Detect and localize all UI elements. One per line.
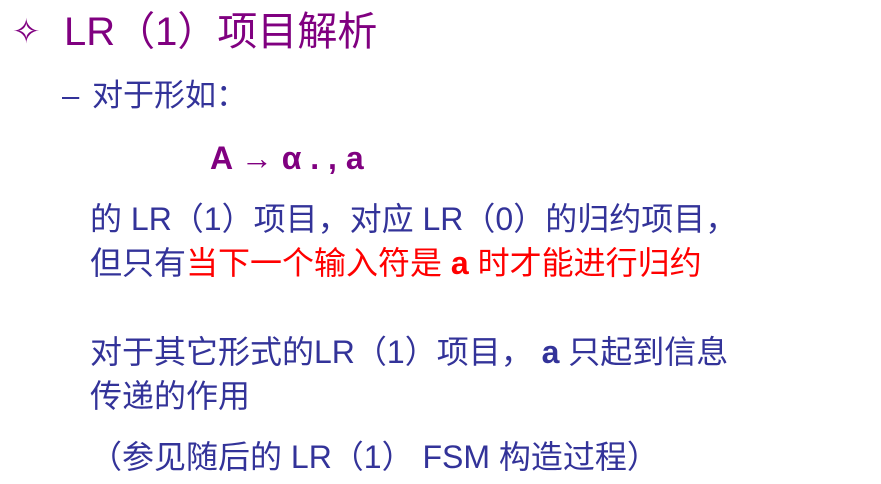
paragraph1-line2: 但只有当下一个输入符是 a 时才能进行归约 (90, 247, 702, 279)
subheading: – 对于形如： (62, 80, 247, 111)
paragraph2-line2: 传递的作用 (90, 378, 251, 414)
lr1-item-formula: A → α . , a (210, 140, 364, 176)
paragraph2-line1: 对于其它形式的LR（1）项目， a 只起到信息 (90, 336, 728, 368)
title-text: LR（1）项目解析 (64, 10, 378, 54)
slide-title: ✧ LR（1）项目解析 (12, 12, 377, 52)
paragraph2-line1-prefix: 对于其它形式的LR（1）项目， (90, 334, 542, 370)
footnote: （参见随后的 LR（1） FSM 构造过程） (90, 439, 659, 475)
paragraph2-line1-suffix: 只起到信息 (559, 334, 729, 370)
slide: ✧ LR（1）项目解析 – 对于形如： A → α . , a 的 LR（1）项目，… (0, 0, 881, 484)
diamond-star-bullet-icon: ✧ (12, 13, 41, 51)
lookahead-symbol: a (541, 334, 560, 370)
highlight-lookahead-symbol: a (450, 245, 469, 281)
subheading-text: 对于形如： (92, 78, 247, 113)
paragraph1-line1: 的 LR（1）项目，对应 LR（0）的归约项目， (90, 201, 738, 237)
paragraph1-line2-prefix: 但只有 (90, 245, 187, 281)
dash-bullet-icon: – (62, 78, 80, 113)
highlight-text-b: 时才能进行归约 (468, 245, 702, 281)
highlight-text-a: 当下一个输入符是 (186, 245, 451, 281)
highlight-condition: 当下一个输入符是 a 时才能进行归约 (186, 245, 702, 281)
